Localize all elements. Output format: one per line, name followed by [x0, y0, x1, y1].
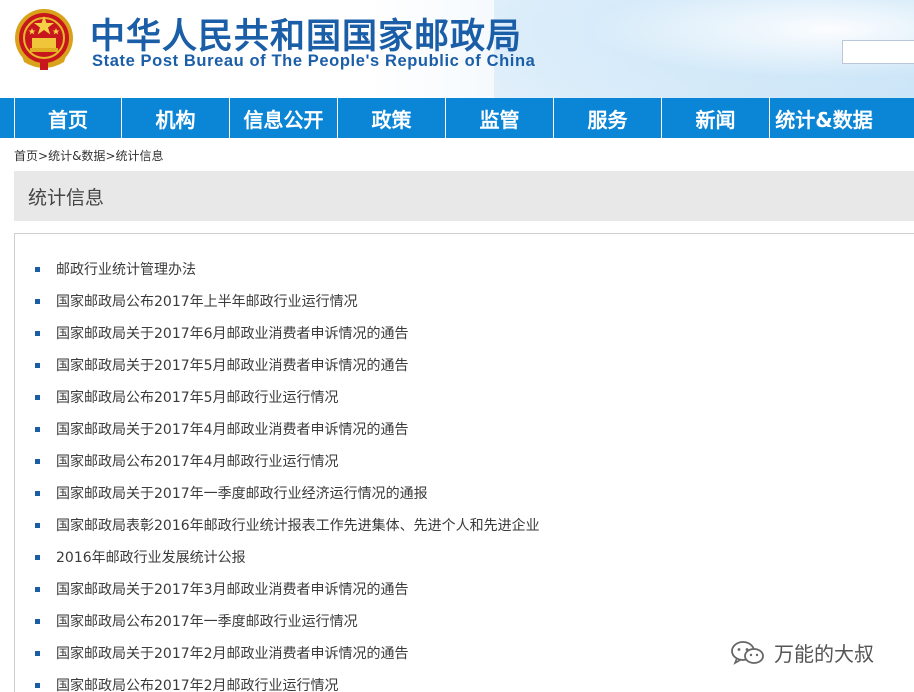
list-item[interactable]: 国家邮政局关于2017年6月邮政业消费者申诉情况的通告	[35, 317, 540, 349]
bullet-icon	[35, 618, 40, 624]
national-emblem-icon	[15, 9, 73, 70]
bullet-icon	[35, 394, 40, 400]
list-item[interactable]: 国家邮政局公布2017年4月邮政行业运行情况	[35, 445, 540, 477]
bullet-icon	[35, 554, 40, 560]
bullet-icon	[35, 522, 40, 528]
nav-item-home[interactable]: 首页	[14, 98, 122, 138]
breadcrumb-current[interactable]: 统计信息	[116, 149, 164, 163]
watermark-text: 万能的大叔	[774, 642, 874, 666]
bullet-icon	[35, 650, 40, 656]
bullet-icon	[35, 266, 40, 272]
bullet-icon	[35, 298, 40, 304]
list-item[interactable]: 2016年邮政行业发展统计公报	[35, 541, 540, 573]
list-item-link[interactable]: 国家邮政局公布2017年2月邮政行业运行情况	[56, 675, 339, 692]
list-item-link[interactable]: 国家邮政局公布2017年5月邮政行业运行情况	[56, 387, 339, 407]
nav-item-news[interactable]: 新闻	[662, 98, 770, 138]
list-item-link[interactable]: 国家邮政局关于2017年一季度邮政行业经济运行情况的通报	[56, 483, 428, 503]
nav-item-organization[interactable]: 机构	[122, 98, 230, 138]
breadcrumb-statistics[interactable]: 统计&数据	[48, 149, 105, 163]
bullet-icon	[35, 586, 40, 592]
breadcrumb-home[interactable]: 首页	[14, 149, 38, 163]
watermark: 万能的大叔	[730, 638, 874, 667]
list-item[interactable]: 国家邮政局关于2017年一季度邮政行业经济运行情况的通报	[35, 477, 540, 509]
list-item[interactable]: 国家邮政局公布2017年一季度邮政行业运行情况	[35, 605, 540, 637]
list-item-link[interactable]: 2016年邮政行业发展统计公报	[56, 547, 246, 567]
list-item[interactable]: 国家邮政局表彰2016年邮政行业统计报表工作先进集体、先进个人和先进企业	[35, 509, 540, 541]
bullet-icon	[35, 458, 40, 464]
wechat-icon	[731, 640, 764, 665]
article-list: 邮政行业统计管理办法 国家邮政局公布2017年上半年邮政行业运行情况 国家邮政局…	[35, 253, 540, 692]
list-item[interactable]: 国家邮政局关于2017年2月邮政业消费者申诉情况的通告	[35, 637, 540, 669]
nav-item-service[interactable]: 服务	[554, 98, 662, 138]
search-input[interactable]	[842, 40, 914, 64]
list-item[interactable]: 国家邮政局关于2017年3月邮政业消费者申诉情况的通告	[35, 573, 540, 605]
bullet-icon	[35, 490, 40, 496]
list-item[interactable]: 国家邮政局公布2017年2月邮政行业运行情况	[35, 669, 540, 692]
nav-item-disclosure[interactable]: 信息公开	[230, 98, 338, 138]
breadcrumb: 首页>统计&数据>统计信息	[14, 147, 164, 164]
list-item[interactable]: 国家邮政局关于2017年5月邮政业消费者申诉情况的通告	[35, 349, 540, 381]
list-item-link[interactable]: 国家邮政局公布2017年4月邮政行业运行情况	[56, 451, 339, 471]
article-list-panel: 邮政行业统计管理办法 国家邮政局公布2017年上半年邮政行业运行情况 国家邮政局…	[14, 233, 914, 692]
list-item[interactable]: 国家邮政局关于2017年4月邮政业消费者申诉情况的通告	[35, 413, 540, 445]
nav-item-policy[interactable]: 政策	[338, 98, 446, 138]
list-item-link[interactable]: 国家邮政局关于2017年5月邮政业消费者申诉情况的通告	[56, 355, 409, 375]
breadcrumb-separator: >	[105, 149, 116, 163]
list-item-link[interactable]: 国家邮政局表彰2016年邮政行业统计报表工作先进集体、先进个人和先进企业	[56, 515, 540, 535]
section-title: 统计信息	[28, 187, 105, 209]
bullet-icon	[35, 682, 40, 688]
bullet-icon	[35, 362, 40, 368]
list-item-link[interactable]: 国家邮政局公布2017年一季度邮政行业运行情况	[56, 611, 358, 631]
list-item-link[interactable]: 国家邮政局公布2017年上半年邮政行业运行情况	[56, 291, 358, 311]
list-item[interactable]: 国家邮政局公布2017年5月邮政行业运行情况	[35, 381, 540, 413]
bullet-icon	[35, 330, 40, 336]
list-item-link[interactable]: 国家邮政局关于2017年6月邮政业消费者申诉情况的通告	[56, 323, 409, 343]
breadcrumb-separator: >	[38, 149, 49, 163]
section-header: 统计信息	[14, 171, 914, 221]
list-item-link[interactable]: 国家邮政局关于2017年4月邮政业消费者申诉情况的通告	[56, 419, 409, 439]
nav-item-statistics[interactable]: 统计&数据	[770, 98, 878, 138]
bullet-icon	[35, 426, 40, 432]
site-header: 中华人民共和国国家邮政局 State Post Bureau of The Pe…	[0, 0, 914, 98]
list-item[interactable]: 国家邮政局公布2017年上半年邮政行业运行情况	[35, 285, 540, 317]
list-item-link[interactable]: 国家邮政局关于2017年3月邮政业消费者申诉情况的通告	[56, 579, 409, 599]
list-item[interactable]: 邮政行业统计管理办法	[35, 253, 540, 285]
main-nav: 首页 机构 信息公开 政策 监管 服务 新闻 统计&数据	[0, 98, 914, 138]
list-item-link[interactable]: 国家邮政局关于2017年2月邮政业消费者申诉情况的通告	[56, 643, 409, 663]
list-item-link[interactable]: 邮政行业统计管理办法	[56, 259, 196, 279]
nav-item-supervision[interactable]: 监管	[446, 98, 554, 138]
site-title-en: State Post Bureau of The People's Republ…	[92, 52, 536, 70]
